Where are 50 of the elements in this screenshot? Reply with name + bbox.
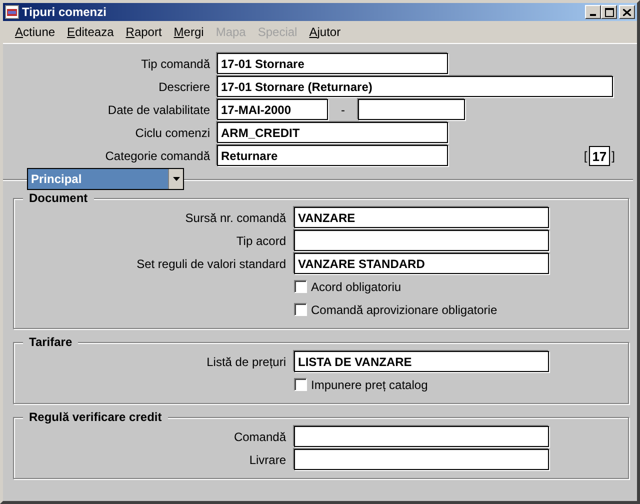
menu-item[interactable]: Actiune xyxy=(9,25,62,39)
checkbox-label: Acord obligatoriu xyxy=(311,280,402,294)
bracket: [ xyxy=(584,148,588,162)
group-title: Tarifare xyxy=(23,335,78,349)
checkbox[interactable] xyxy=(294,280,307,293)
checkbox[interactable] xyxy=(294,303,307,316)
field-label: Livrare xyxy=(248,452,287,466)
date-field[interactable] xyxy=(358,99,465,120)
field-label: Comandă xyxy=(232,430,287,444)
menu-item[interactable]: Editeaza xyxy=(61,25,120,39)
field-label: Ciclu comenzi xyxy=(134,126,211,140)
text-field[interactable]: ARM_CREDIT xyxy=(217,122,448,143)
text-field[interactable]: Returnare xyxy=(217,145,448,166)
tab-dropdown[interactable]: Principal xyxy=(27,168,184,190)
text-field[interactable]: VANZARE STANDARD xyxy=(294,253,549,274)
menu-item[interactable]: Ajutor xyxy=(303,25,347,39)
minimize-button[interactable] xyxy=(585,5,601,19)
checkbox-label: Impunere preț catalog xyxy=(311,378,428,392)
dropdown-arrow-icon xyxy=(172,177,180,181)
menu-item[interactable]: Mergi xyxy=(168,25,210,39)
record-indicator: 17 xyxy=(589,146,610,166)
text-field[interactable]: 17-01 Stornare (Returnare) xyxy=(217,76,613,97)
field-label: Sursă nr. comandă xyxy=(184,210,287,224)
checkbox-label: Comandă aprovizionare obligatorie xyxy=(311,302,498,316)
text-field[interactable] xyxy=(294,449,549,470)
field-label: Tip acord xyxy=(235,234,287,248)
field-label: Set reguli de valori standard xyxy=(136,256,287,270)
window-title: Tipuri comenzi xyxy=(22,5,106,19)
text-field[interactable] xyxy=(294,230,549,251)
text-field[interactable] xyxy=(294,426,549,447)
text-field[interactable]: 17-01 Stornare xyxy=(217,53,448,74)
field-label: Descriere xyxy=(158,80,211,94)
range-separator: - xyxy=(340,102,346,116)
field-label: Tip comandă xyxy=(140,56,211,70)
menu-item[interactable]: Raport xyxy=(120,25,168,39)
text-field[interactable]: LISTA DE VANZARE xyxy=(294,351,549,372)
group-title: Document xyxy=(23,191,94,205)
field-label: Date de valabilitate xyxy=(106,102,211,116)
checkbox[interactable] xyxy=(294,378,307,391)
field-label: Listă de prețuri xyxy=(206,354,287,368)
maximize-icon xyxy=(604,8,614,16)
date-field[interactable]: 17-MAI-2000 xyxy=(217,99,328,120)
field-label: Categorie comandă xyxy=(104,148,211,162)
group-title: Regulă verificare credit xyxy=(23,410,168,424)
close-button[interactable] xyxy=(619,5,635,19)
maximize-button[interactable] xyxy=(601,5,617,19)
app-icon xyxy=(5,5,19,19)
close-icon xyxy=(623,8,631,16)
bracket: ] xyxy=(612,148,615,162)
text-field[interactable]: VANZARE xyxy=(294,207,549,228)
